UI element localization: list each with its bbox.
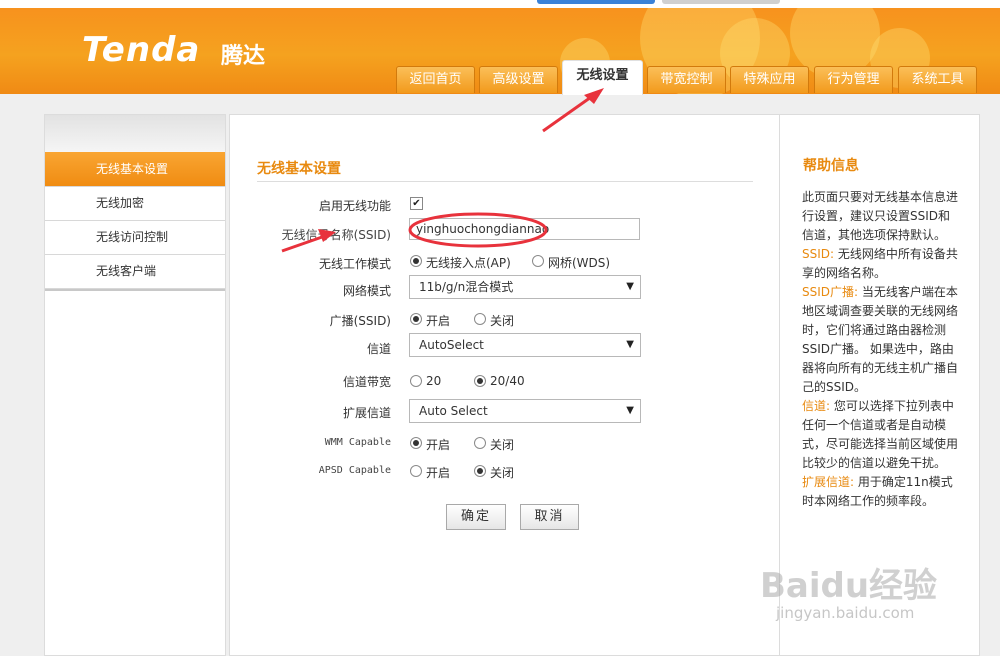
tab-advanced[interactable]: 高级设置 [479, 66, 558, 93]
tab-wireless[interactable]: 无线设置 [562, 60, 643, 95]
bandwidth-20-label: 20 [426, 374, 442, 388]
broadcast-label: 广播(SSID) [329, 314, 391, 328]
bandwidth-2040-radio[interactable] [474, 375, 486, 387]
bandwidth-20-radio[interactable] [410, 375, 422, 387]
broadcast-on-radio[interactable] [410, 313, 422, 325]
section-divider [257, 181, 753, 182]
top-strip-gray-segment [662, 0, 780, 4]
wmm-on-label: 开启 [426, 438, 451, 452]
help-panel: 帮助信息 此页面只要对无线基本信息进行设置，建议只设置SSID和信道，其他选项保… [779, 114, 980, 656]
ext-channel-value: Auto Select [419, 404, 488, 418]
wmm-off-radio[interactable] [474, 437, 486, 449]
bandwidth-label: 信道带宽 [342, 375, 391, 389]
chevron-down-icon: ▼ [626, 405, 634, 416]
apsd-group: 开启 关闭 [410, 464, 610, 480]
ssid-label: 无线信号名称(SSID) [281, 228, 391, 242]
top-strip-blue-segment [537, 0, 655, 4]
ok-button[interactable]: 确定 [446, 504, 506, 530]
broadcast-group: 开启 关闭 [410, 312, 610, 328]
chevron-down-icon: ▼ [626, 281, 634, 292]
tenda-logo-cn: 腾达 [221, 44, 266, 69]
ext-channel-label: 扩展信道 [342, 406, 391, 420]
apsd-label: APSD Capable [318, 465, 391, 476]
apsd-on-radio[interactable] [410, 465, 422, 477]
apsd-on-label: 开启 [426, 466, 451, 480]
wireless-mode-label: 无线工作模式 [318, 257, 391, 271]
apsd-off-radio[interactable] [474, 465, 486, 477]
help-body: 此页面只要对无线基本信息进行设置，建议只设置SSID和信道，其他选项保持默认。 … [802, 188, 960, 511]
help-intro: 此页面只要对无线基本信息进行设置，建议只设置SSID和信道，其他选项保持默认。 [802, 190, 959, 242]
network-mode-select[interactable]: 11b/g/n混合模式 ▼ [409, 275, 641, 299]
channel-value: AutoSelect [419, 338, 484, 352]
sidebar-top [45, 115, 225, 152]
ssid-input[interactable] [409, 218, 640, 240]
sidebar-item-clients[interactable]: 无线客户端 [45, 255, 225, 289]
enable-wireless-checkbox[interactable]: ✔ [410, 197, 423, 210]
sidebar: 无线基本设置 无线加密 无线访问控制 无线客户端 [44, 114, 226, 656]
help-term-ssid-broadcast: SSID广播: [802, 285, 859, 299]
help-term-ext-channel: 扩展信道: [802, 475, 855, 489]
tab-system[interactable]: 系统工具 [898, 66, 977, 93]
sidebar-divider [45, 289, 225, 291]
apsd-off-label: 关闭 [490, 466, 515, 480]
sidebar-item-encryption[interactable]: 无线加密 [45, 187, 225, 221]
help-title: 帮助信息 [803, 158, 859, 174]
mode-wds-radio[interactable] [532, 255, 544, 267]
wmm-on-radio[interactable] [410, 437, 422, 449]
tenda-logo: Tenda [82, 30, 201, 70]
mode-ap-radio[interactable] [410, 255, 422, 267]
cancel-button[interactable]: 取消 [520, 504, 579, 530]
tab-special[interactable]: 特殊应用 [730, 66, 809, 93]
section-title: 无线基本设置 [257, 161, 341, 177]
chevron-down-icon: ▼ [626, 339, 634, 350]
mode-ap-label: 无线接入点(AP) [426, 256, 511, 270]
tab-bandwidth[interactable]: 带宽控制 [647, 66, 726, 93]
wireless-mode-group: 无线接入点(AP) 网桥(WDS) [410, 254, 610, 270]
bandwidth-2040-label: 20/40 [490, 374, 525, 388]
channel-label: 信道 [366, 342, 391, 356]
channel-select[interactable]: AutoSelect ▼ [409, 333, 641, 357]
sidebar-item-access-control[interactable]: 无线访问控制 [45, 221, 225, 255]
wmm-off-label: 关闭 [490, 438, 515, 452]
wmm-group: 开启 关闭 [410, 436, 610, 452]
help-text-ssid-broadcast: 当无线客户端在本地区域调查要关联的无线网络时，它们将通过路由器检测SSID广播。… [802, 285, 959, 394]
help-term-ssid: SSID: [802, 247, 835, 261]
network-mode-value: 11b/g/n混合模式 [419, 280, 514, 294]
wmm-label: WMM Capable [324, 437, 391, 448]
broadcast-off-radio[interactable] [474, 313, 486, 325]
check-icon: ✔ [412, 198, 421, 209]
ext-channel-select[interactable]: Auto Select ▼ [409, 399, 641, 423]
tab-home[interactable]: 返回首页 [396, 66, 475, 93]
help-term-channel: 信道: [802, 399, 831, 413]
bandwidth-group: 20 20/40 [410, 374, 610, 390]
mode-wds-label: 网桥(WDS) [548, 256, 611, 270]
broadcast-on-label: 开启 [426, 314, 451, 328]
broadcast-off-label: 关闭 [490, 314, 515, 328]
top-strip [0, 0, 1000, 8]
main-panel: 无线基本设置 启用无线功能 ✔ 无线信号名称(SSID) 无线工作模式 无线接入… [229, 114, 780, 656]
network-mode-label: 网络模式 [342, 284, 391, 298]
enable-wireless-label: 启用无线功能 [318, 199, 391, 213]
tab-behavior[interactable]: 行为管理 [814, 66, 893, 93]
sidebar-item-basic[interactable]: 无线基本设置 [45, 152, 225, 187]
